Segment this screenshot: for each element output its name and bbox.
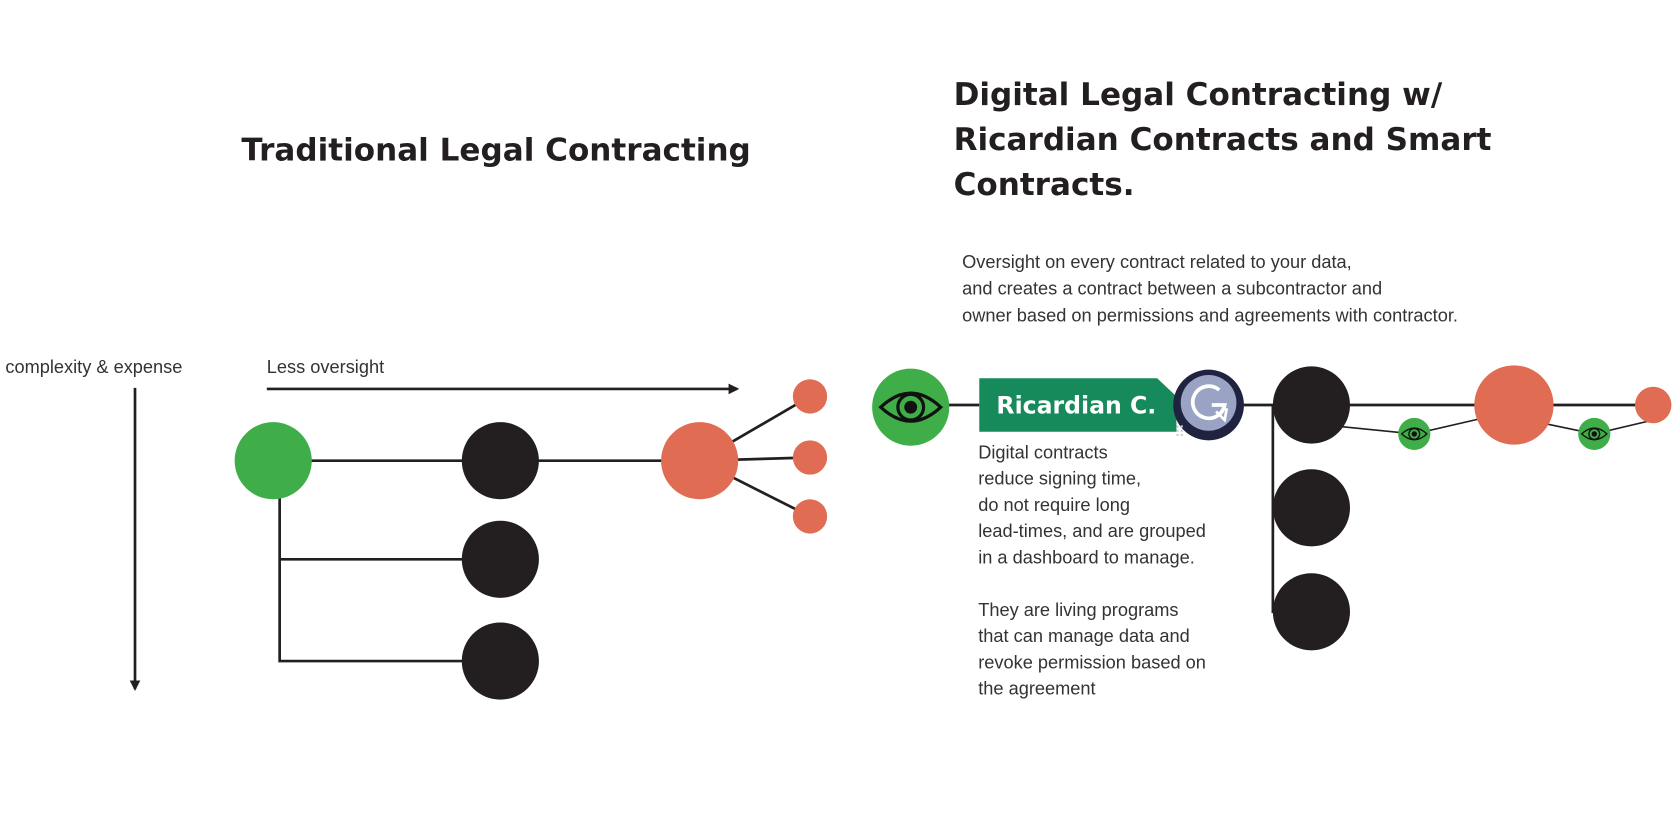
subcontractor-node: [661, 422, 739, 500]
oversight-eye-node: [872, 368, 950, 446]
refresh-g-icon: [1173, 369, 1244, 441]
description-line: lead-times, and are grouped: [978, 521, 1206, 541]
contractor-node: [461, 520, 539, 598]
contracting-diagram: Traditional Legal Contracting complexity…: [5, 77, 1672, 700]
description-line: Digital contracts: [978, 443, 1108, 463]
complexity-label: complexity & expense: [5, 357, 182, 377]
banner-label: Ricardian C.: [996, 392, 1156, 420]
right-title-line: Digital Legal Contracting w/: [954, 77, 1443, 113]
left-title: Traditional Legal Contracting: [241, 133, 750, 169]
description-line: the agreement: [978, 678, 1095, 698]
description-line: in a dashboard to manage.: [978, 548, 1195, 568]
sub-subcontractor-node: [792, 440, 828, 475]
contractor-node: [1272, 366, 1350, 444]
description-line: They are living programs: [978, 600, 1178, 620]
subtitle-line: and creates a contract between a subcont…: [962, 279, 1382, 299]
description-line: do not require long: [978, 495, 1130, 515]
right-title-line: Ricardian Contracts and Smart: [954, 122, 1492, 158]
description-text: Digital contracts reduce signing time, d…: [978, 443, 1206, 699]
subcontractor-node: [1474, 365, 1554, 445]
description-line: revoke permission based on: [978, 653, 1206, 673]
contractor-node: [1272, 469, 1350, 547]
subtitle-line: owner based on permissions and agreement…: [962, 305, 1458, 325]
description-line: that can manage data and: [978, 626, 1190, 646]
owner-node: [234, 422, 312, 500]
sub-subcontractor-node: [1635, 386, 1672, 424]
left-connectors: [273, 395, 811, 663]
sub-subcontractor-node: [792, 379, 828, 414]
mini-oversight-node: [1578, 417, 1611, 450]
oversight-label: Less oversight: [267, 357, 384, 377]
contractor-node: [461, 622, 539, 700]
ricardian-banner: Ricardian C.: [979, 378, 1177, 432]
contractor-node: [1272, 573, 1350, 651]
mini-oversight-node: [1398, 417, 1431, 450]
sub-subcontractor-node: [792, 499, 828, 534]
subtitle-line: Oversight on every contract related to y…: [962, 252, 1352, 272]
right-title-line: Contracts.: [954, 167, 1135, 203]
contractor-node: [461, 422, 539, 500]
description-line: reduce signing time,: [978, 468, 1141, 488]
